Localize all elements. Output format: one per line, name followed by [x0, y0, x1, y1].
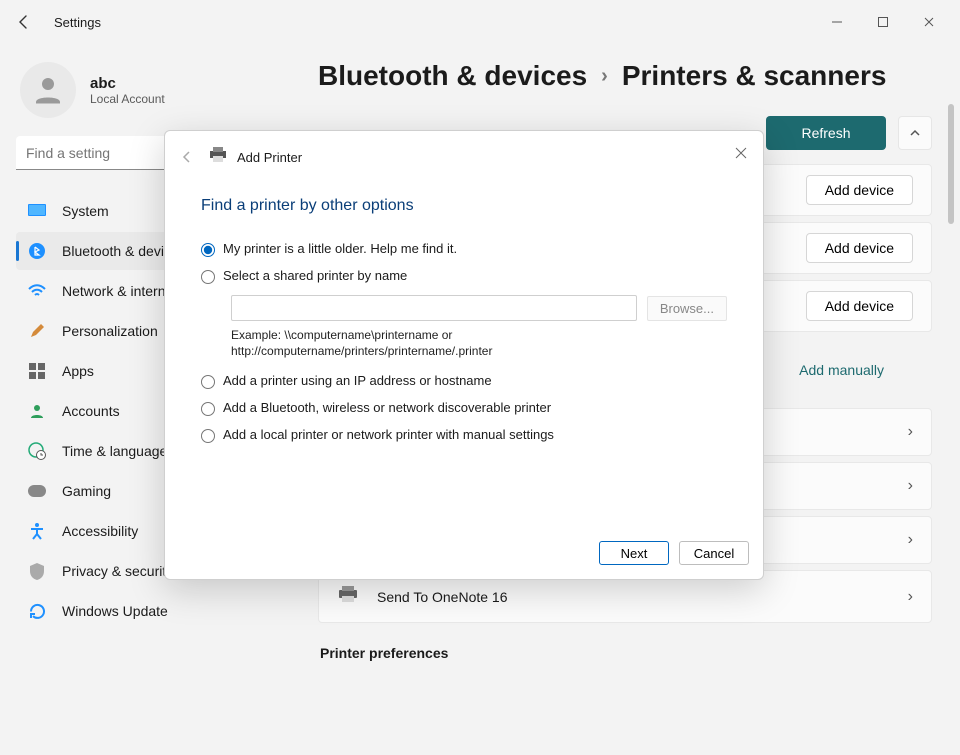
- option-bluetooth-printer[interactable]: Add a Bluetooth, wireless or network dis…: [201, 400, 727, 416]
- option-local-printer[interactable]: Add a local printer or network printer w…: [201, 427, 727, 443]
- radio-bluetooth-printer[interactable]: [201, 402, 215, 416]
- dialog-close-button[interactable]: [727, 139, 755, 167]
- option-shared-printer[interactable]: Select a shared printer by name: [201, 268, 727, 284]
- dialog-heading: Find a printer by other options: [201, 197, 727, 215]
- cancel-button[interactable]: Cancel: [679, 541, 749, 565]
- next-button[interactable]: Next: [599, 541, 669, 565]
- dialog-back-button[interactable]: [175, 145, 199, 169]
- radio-local-printer[interactable]: [201, 429, 215, 443]
- radio-ip-printer[interactable]: [201, 375, 215, 389]
- option-older-printer[interactable]: My printer is a little older. Help me fi…: [201, 241, 727, 257]
- shared-printer-path-input[interactable]: [231, 295, 637, 321]
- option-ip-printer[interactable]: Add a printer using an IP address or hos…: [201, 373, 727, 389]
- add-printer-dialog: Add Printer Find a printer by other opti…: [164, 130, 764, 580]
- dialog-overlay: Add Printer Find a printer by other opti…: [0, 0, 960, 755]
- browse-button[interactable]: Browse...: [647, 296, 727, 321]
- radio-shared-printer[interactable]: [201, 270, 215, 284]
- radio-older-printer[interactable]: [201, 243, 215, 257]
- printer-icon: [209, 147, 227, 168]
- back-arrow-icon: [180, 150, 194, 164]
- dialog-title: Add Printer: [237, 150, 302, 165]
- close-icon: [735, 147, 747, 159]
- example-text: Example: \\computername\printername or h…: [231, 327, 651, 359]
